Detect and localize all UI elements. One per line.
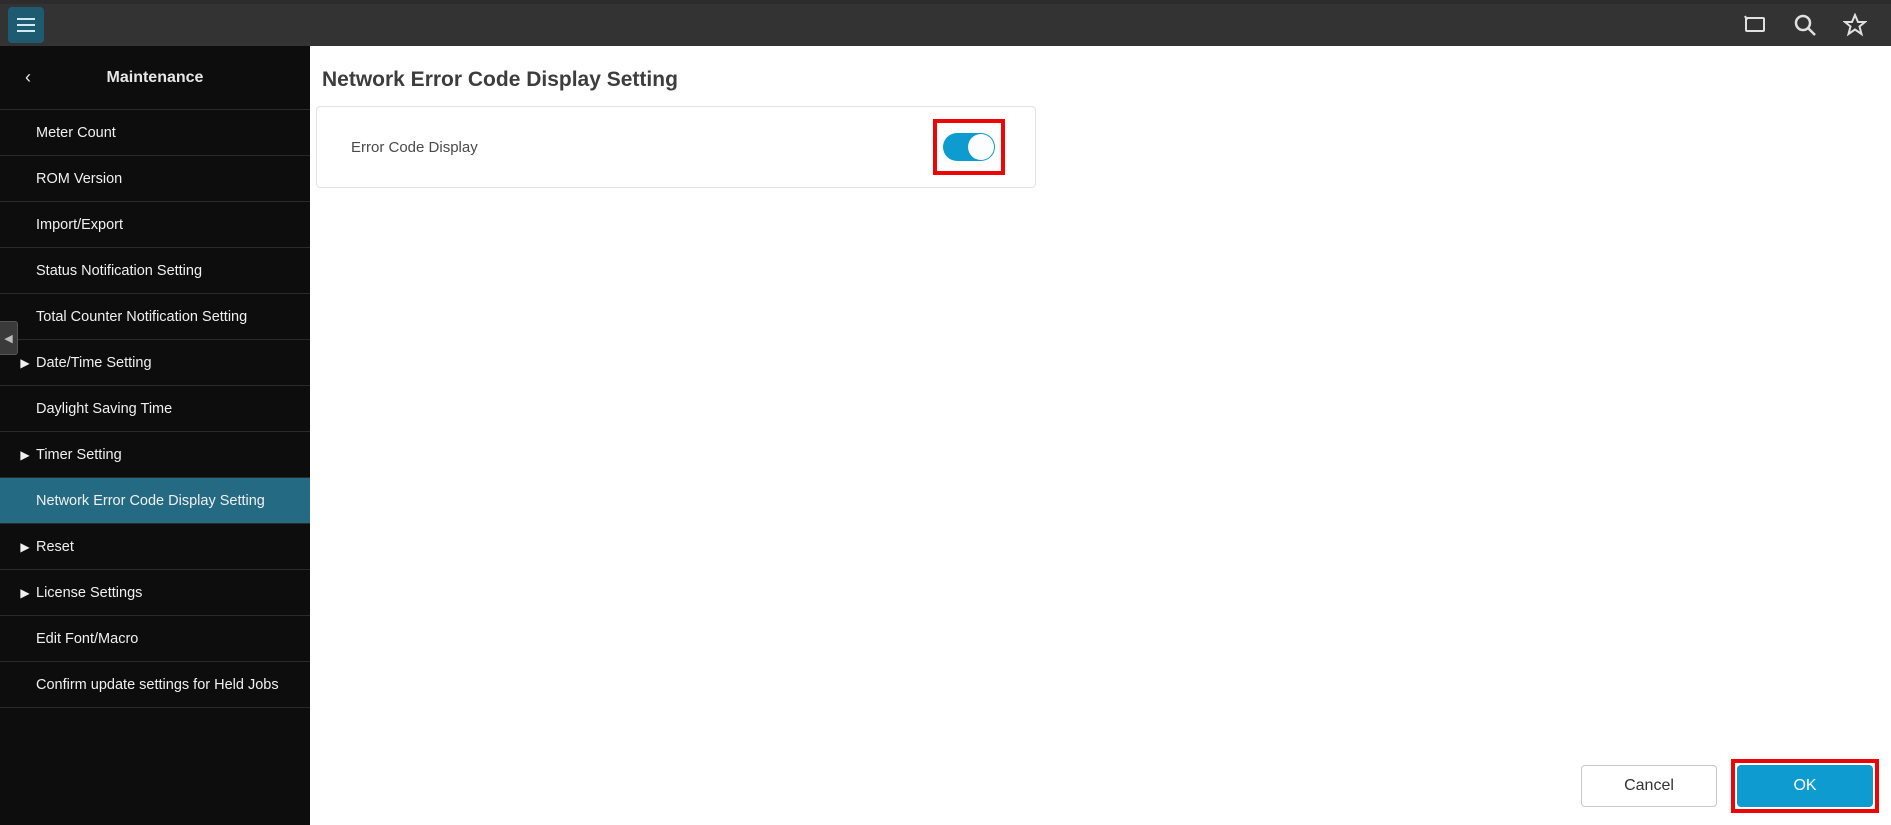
star-icon [1843,13,1867,37]
hamburger-menu-button[interactable] [8,7,44,43]
sidebar-item-label: Timer Setting [36,447,122,463]
content-pane: Network Error Code Display Setting Error… [310,46,1891,825]
sidebar-item[interactable]: ▶Total Counter Notification Setting [0,294,310,340]
hamburger-icon [16,17,36,33]
expand-triangle-icon: ▶ [18,586,32,600]
chevron-left-icon: ◀ [4,332,12,345]
chevron-left-icon: ‹ [25,67,31,88]
highlight-box-toggle [933,119,1005,175]
sidebar-item[interactable]: ▶Daylight Saving Time [0,386,310,432]
sidebar-item[interactable]: ▶Meter Count [0,110,310,156]
sidebar-item-label: Daylight Saving Time [36,401,172,417]
ok-button[interactable]: OK [1737,765,1873,807]
sidebar-item[interactable]: ▶Confirm update settings for Held Jobs [0,662,310,708]
ok-button-label: OK [1793,777,1816,795]
sidebar-item-label: Date/Time Setting [36,355,152,371]
sidebar-item[interactable]: ▶Edit Font/Macro [0,616,310,662]
display-rotate-icon [1743,14,1767,36]
expand-triangle-icon: ▶ [18,356,32,370]
expand-triangle-icon: ▶ [18,448,32,462]
footer-actions: Cancel OK [1581,759,1879,813]
sidebar-item[interactable]: ▶ Timer Setting [0,432,310,478]
sidebar-title: Maintenance [48,69,302,87]
main-area: ◀ ‹ Maintenance ▶Meter Count▶ROM Version… [0,46,1891,825]
sidebar-item-label: Edit Font/Macro [36,631,138,647]
page-title: Network Error Code Display Setting [316,46,1891,106]
sidebar-item[interactable]: ▶Network Error Code Display Setting [0,478,310,524]
setting-row-error-code-display: Error Code Display [317,107,1035,187]
sidebar-item[interactable]: ▶Import/Export [0,202,310,248]
sidebar-collapse-tab[interactable]: ◀ [0,321,18,355]
toggle-knob [968,134,994,160]
sidebar-item-label: Network Error Code Display Setting [36,493,265,509]
sidebar: ‹ Maintenance ▶Meter Count▶ROM Version▶I… [0,46,310,825]
search-icon [1793,13,1817,37]
sidebar-item-label: Reset [36,539,74,555]
highlight-box-ok: OK [1731,759,1879,813]
sidebar-item-label: Import/Export [36,217,123,233]
sidebar-item-label: Meter Count [36,125,116,141]
topbar [0,0,1891,46]
sidebar-item-label: ROM Version [36,171,122,187]
sidebar-list[interactable]: ▶Meter Count▶ROM Version▶Import/Export▶S… [0,110,310,825]
sidebar-item-label: Status Notification Setting [36,263,202,279]
cancel-button-label: Cancel [1624,777,1674,795]
sidebar-item-label: Confirm update settings for Held Jobs [36,677,279,693]
expand-triangle-icon: ▶ [18,540,32,554]
sidebar-header: ‹ Maintenance [0,46,310,110]
sidebar-item[interactable]: ▶ License Settings [0,570,310,616]
sidebar-item-label: Total Counter Notification Setting [36,309,247,325]
sidebar-item[interactable]: ▶ROM Version [0,156,310,202]
sidebar-item[interactable]: ▶Status Notification Setting [0,248,310,294]
search-button[interactable] [1787,7,1823,43]
display-rotate-button[interactable] [1737,7,1773,43]
sidebar-item[interactable]: ▶ Reset [0,524,310,570]
sidebar-item-label: License Settings [36,585,142,601]
settings-card: Error Code Display [316,106,1036,188]
error-code-display-toggle[interactable] [943,133,995,161]
favorite-button[interactable] [1837,7,1873,43]
setting-label: Error Code Display [351,139,933,156]
sidebar-item[interactable]: ▶ Date/Time Setting [0,340,310,386]
sidebar-back-button[interactable]: ‹ [8,58,48,98]
cancel-button[interactable]: Cancel [1581,765,1717,807]
